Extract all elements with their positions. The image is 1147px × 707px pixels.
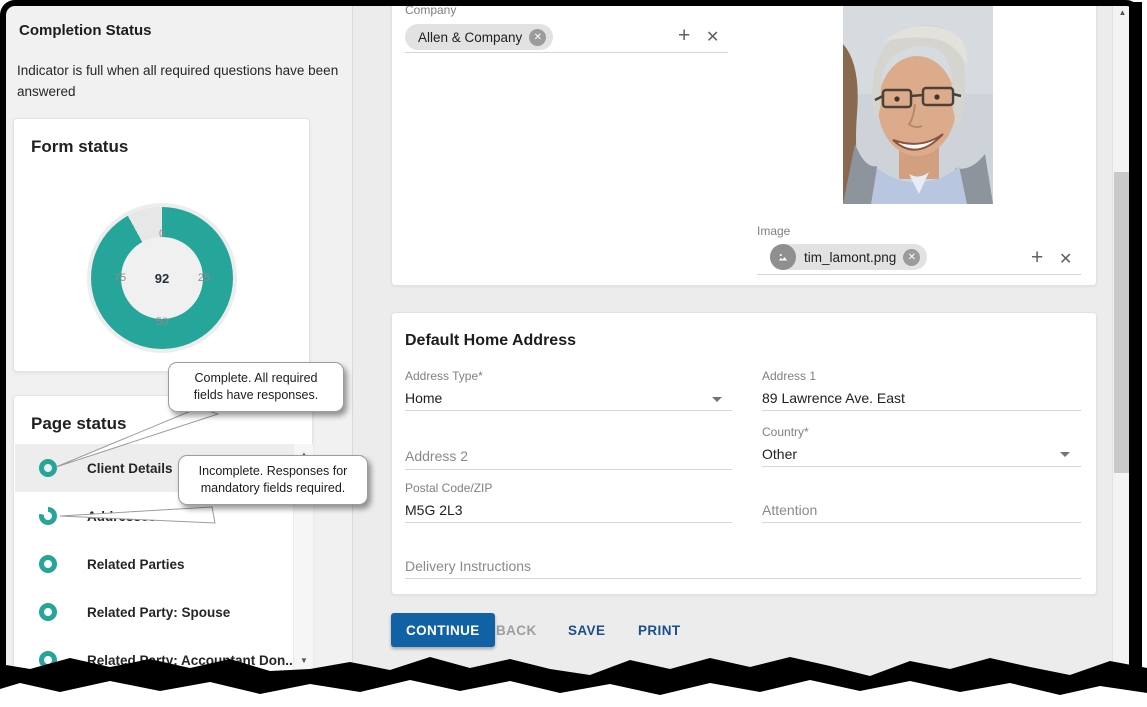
company-clear-icon[interactable]: ✕ xyxy=(706,28,719,48)
status-incomplete-icon xyxy=(39,507,57,525)
image-thumbnail-icon xyxy=(770,244,796,270)
callout-incomplete: Incomplete. Responses for mandatory fiel… xyxy=(178,455,368,505)
country-label: Country* xyxy=(762,425,809,439)
address-card-title: Default Home Address xyxy=(405,332,576,350)
status-complete-icon xyxy=(39,555,57,573)
image-field-label: Image xyxy=(757,224,790,238)
page-status-item-label: Client Details xyxy=(87,461,173,476)
sidebar-title: Completion Status xyxy=(19,22,152,39)
company-field-underline xyxy=(405,52,728,53)
page-status-item-label: Related Party: Spouse xyxy=(87,605,230,620)
company-field-label: Company xyxy=(405,3,456,17)
address2-input[interactable]: Address 2 xyxy=(405,448,468,464)
page-scroll-up-icon[interactable]: ▲ xyxy=(1113,8,1132,17)
completion-gauge-value: 92 xyxy=(121,237,203,319)
image-chip-label: tim_lamont.png xyxy=(804,250,896,265)
page-status-title: Page status xyxy=(31,414,126,434)
attention-input[interactable]: Attention xyxy=(762,502,817,518)
callout-complete: Complete. All required fields have respo… xyxy=(168,362,344,412)
form-status-title: Form status xyxy=(31,137,128,157)
back-button[interactable]: BACK xyxy=(488,613,545,647)
page-status-item-label: Related Parties xyxy=(87,557,185,572)
delivery-instructions-input[interactable]: Delivery Instructions xyxy=(405,558,531,574)
gauge-tick-0: 0 xyxy=(159,228,165,240)
print-button[interactable]: PRINT xyxy=(630,613,689,647)
country-dropdown-icon[interactable] xyxy=(1060,452,1070,457)
delivery-instructions-underline xyxy=(405,578,1081,579)
image-field-underline xyxy=(757,274,1081,275)
page-status-item-label: Addresses xyxy=(87,509,156,524)
sidebar-description: Indicator is full when all required ques… xyxy=(17,60,351,102)
image-clear-icon[interactable]: ✕ xyxy=(1059,250,1072,270)
address-type-label: Address Type* xyxy=(405,369,483,383)
form-status-card: Form status 92 0 25 50 75 xyxy=(13,118,310,372)
gauge-tick-25: 25 xyxy=(198,272,210,284)
gauge-tick-75: 75 xyxy=(114,272,126,284)
country-underline xyxy=(762,466,1081,467)
page-status-item-related-party-accountant[interactable]: Related Party: Accountant Don... xyxy=(15,636,293,684)
address-type-dropdown-icon[interactable] xyxy=(712,397,722,402)
client-photo xyxy=(843,4,993,204)
completion-status-sidebar: Completion Status Indicator is full when… xyxy=(5,4,353,704)
screenshot-stage: Completion Status Indicator is full when… xyxy=(0,0,1147,707)
country-select[interactable]: Other xyxy=(762,446,797,462)
page-scrollbar-thumb[interactable] xyxy=(1114,172,1131,473)
page-status-item-related-party-spouse[interactable]: Related Party: Spouse xyxy=(15,588,293,636)
page-scrollbar[interactable]: ▲ xyxy=(1112,4,1131,704)
image-add-icon[interactable]: + xyxy=(1031,248,1043,268)
address-type-underline xyxy=(405,410,732,411)
default-home-address-card xyxy=(391,312,1097,595)
gauge-tick-50: 50 xyxy=(156,316,168,328)
address1-input[interactable]: 89 Lawrence Ave. East xyxy=(762,390,905,406)
address1-label: Address 1 xyxy=(762,369,816,383)
address2-underline xyxy=(405,469,732,470)
company-add-icon[interactable]: + xyxy=(678,26,690,46)
chip-remove-icon[interactable]: ✕ xyxy=(529,29,546,46)
page-status-card: Page status Client Details Addresses Rel… xyxy=(13,395,313,695)
company-chip[interactable]: Allen & Company ✕ xyxy=(405,24,553,50)
continue-button[interactable]: CONTINUE xyxy=(391,613,495,647)
chip-remove-icon[interactable]: ✕ xyxy=(903,249,920,266)
postal-code-input[interactable]: M5G 2L3 xyxy=(405,502,463,518)
company-chip-label: Allen & Company xyxy=(418,30,522,45)
status-complete-icon xyxy=(39,651,57,669)
page-status-item-label: Related Party: Accountant Don... xyxy=(87,653,297,668)
scroll-down-icon[interactable]: ▼ xyxy=(294,656,314,665)
status-complete-icon xyxy=(39,459,57,477)
attention-underline xyxy=(762,522,1081,523)
save-button[interactable]: SAVE xyxy=(560,613,613,647)
status-complete-icon xyxy=(39,603,57,621)
address1-underline xyxy=(762,410,1081,411)
postal-code-underline xyxy=(405,522,732,523)
page-status-item-related-parties[interactable]: Related Parties xyxy=(15,540,293,588)
completion-gauge: 92 0 25 50 75 xyxy=(87,203,237,353)
postal-code-label: Postal Code/ZIP xyxy=(405,481,492,495)
address-type-select[interactable]: Home xyxy=(405,390,442,406)
image-chip[interactable]: tim_lamont.png ✕ xyxy=(770,244,927,270)
